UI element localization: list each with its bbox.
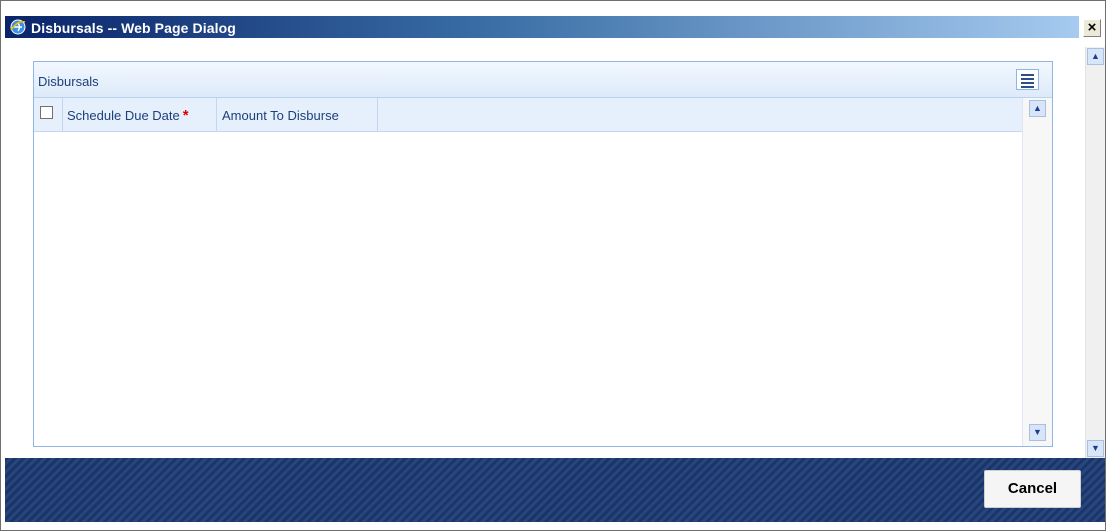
column-label: Amount To Disburse [222, 108, 339, 123]
column-header-schedule-due-date[interactable]: Schedule Due Date * [63, 98, 217, 131]
title-bar: Disbursals -- Web Page Dialog × [1, 1, 1105, 42]
table-header: Schedule Due Date * Amount To Disburse [34, 98, 1022, 132]
window-title: Disbursals -- Web Page Dialog [31, 20, 236, 36]
scroll-up-icon[interactable]: ▲ [1087, 48, 1104, 65]
select-all-checkbox[interactable] [40, 106, 53, 119]
panel-title: Disbursals [38, 74, 99, 89]
cancel-button[interactable]: Cancel [984, 470, 1081, 508]
ie-icon [10, 19, 26, 35]
dialog-footer: Cancel [5, 458, 1105, 522]
column-label: Schedule Due Date [67, 108, 180, 123]
dialog-window: Disbursals -- Web Page Dialog × ▲ ▼ Disb… [0, 0, 1106, 531]
panel-header: Disbursals [34, 62, 1052, 98]
window-scrollbar[interactable]: ▲ ▼ [1085, 47, 1105, 461]
close-button[interactable]: × [1083, 19, 1101, 37]
list-icon[interactable] [1016, 69, 1039, 90]
table-scrollbar[interactable]: ▲ ▼ [1022, 98, 1052, 446]
required-marker: * [182, 107, 189, 124]
select-all-column [34, 98, 63, 131]
table-scroll-down-icon[interactable]: ▼ [1029, 424, 1046, 441]
table-scroll-up-icon[interactable]: ▲ [1029, 100, 1046, 117]
scroll-down-icon[interactable]: ▼ [1087, 440, 1104, 457]
disbursals-panel: Disbursals Schedule Due Date * Amount To … [33, 61, 1053, 447]
column-header-amount-to-disburse[interactable]: Amount To Disburse [217, 98, 378, 131]
